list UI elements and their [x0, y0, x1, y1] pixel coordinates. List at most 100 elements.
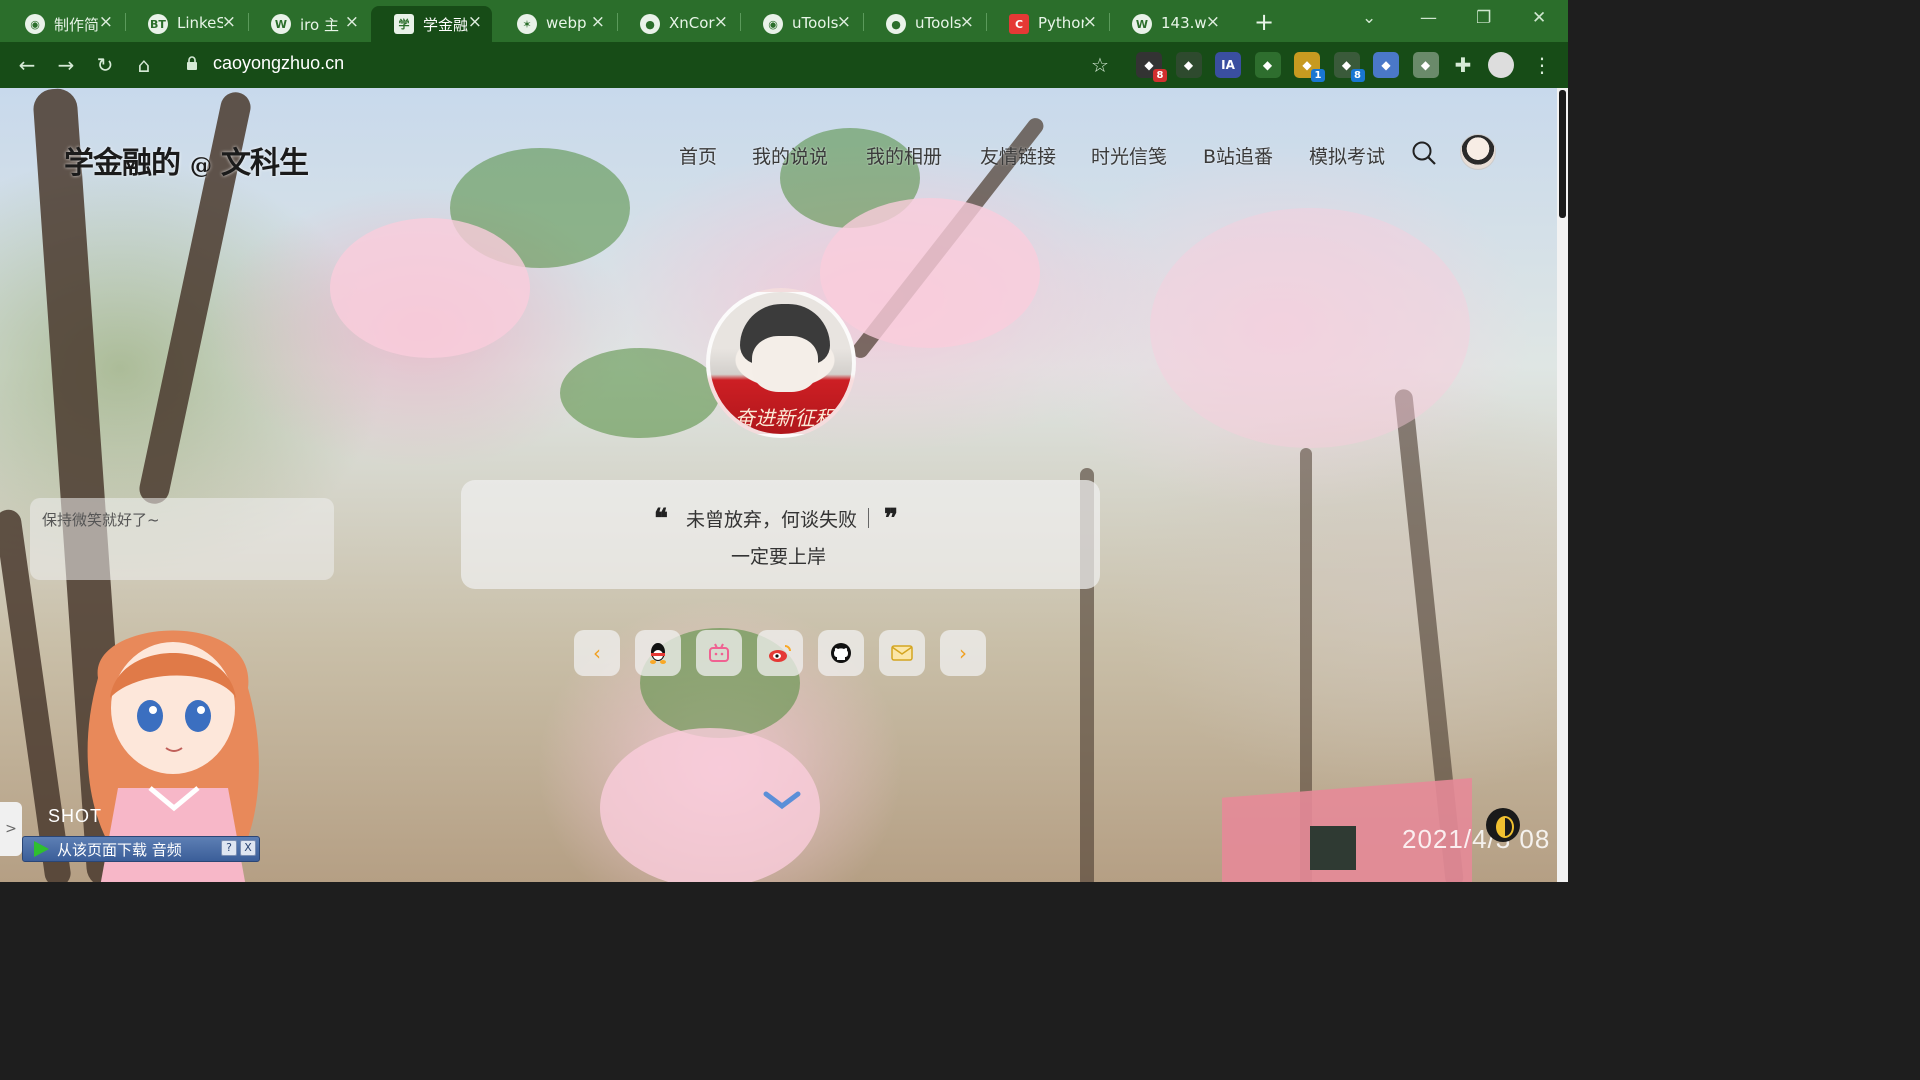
nav-friend-links[interactable]: 友情链接: [980, 142, 1056, 169]
browser-tab[interactable]: ● XnCor ×: [617, 6, 738, 42]
restore-button[interactable]: ❐: [1476, 8, 1491, 28]
tab-separator: [986, 13, 987, 31]
globe-dark-favicon-icon: ◉: [25, 14, 45, 34]
lock-icon[interactable]: [186, 56, 198, 70]
nav-time-letters[interactable]: 时光信笺: [1091, 142, 1167, 169]
tab-title: 143.w: [1161, 14, 1207, 32]
tab-title: LinkeS: [177, 14, 223, 32]
browser-tab[interactable]: W 143.w ×: [1109, 6, 1230, 42]
browser-tab[interactable]: ◉ uTools ×: [740, 6, 861, 42]
github-icon[interactable]: [818, 630, 864, 676]
browser-tab[interactable]: ✶ webp ×: [494, 6, 615, 42]
C-favicon-icon: C: [1009, 14, 1029, 34]
browser-tab[interactable]: C Pythor ×: [986, 6, 1107, 42]
nav-album[interactable]: 我的相册: [866, 142, 942, 169]
profile-avatar[interactable]: [1488, 52, 1514, 78]
avatar-banner-text: 奋进新征程: [735, 406, 835, 430]
forward-icon[interactable]: →: [51, 50, 81, 80]
tab-separator: [125, 13, 126, 31]
tab-separator: [248, 13, 249, 31]
motto-line-2: 一定要上岸: [731, 546, 827, 568]
browser-tab[interactable]: ● uTools ×: [863, 6, 984, 42]
qq-icon[interactable]: [635, 630, 681, 676]
scrollbar-thumb[interactable]: [1559, 90, 1566, 218]
help-icon[interactable]: ?: [221, 840, 237, 856]
extension-ext-1-icon[interactable]: ◆ 8: [1136, 52, 1167, 82]
tab-separator: [1109, 13, 1110, 31]
tab-search-icon[interactable]: ⌄: [1362, 8, 1376, 28]
tab-close-icon[interactable]: ×: [222, 12, 236, 32]
tab-close-icon[interactable]: ×: [468, 12, 482, 32]
new-tab-button[interactable]: +: [1254, 8, 1274, 36]
bilibili-icon[interactable]: [696, 630, 742, 676]
tab-close-icon[interactable]: ×: [345, 12, 359, 32]
chevron-right-icon[interactable]: ›: [940, 630, 986, 676]
extension-badge: 8: [1350, 69, 1365, 82]
minimize-button[interactable]: —: [1420, 8, 1437, 28]
user-avatar[interactable]: [1460, 134, 1496, 170]
quote-close-icon: ❞: [884, 504, 898, 534]
extension-ext-6-icon[interactable]: ◆ 8: [1333, 52, 1365, 82]
blossom-cluster: [820, 198, 1040, 348]
extension-ext-5-icon[interactable]: ◆ 1: [1294, 52, 1325, 82]
tab-separator: [740, 13, 741, 31]
tab-close-icon[interactable]: ×: [960, 12, 974, 32]
webp-favicon-icon: ✶: [517, 14, 537, 34]
close-window-button[interactable]: ✕: [1532, 8, 1546, 28]
browser-tab[interactable]: 学学金融 ×: [371, 6, 492, 42]
xnconvert-favicon-icon: ●: [640, 14, 660, 34]
scroll-down-chevron-icon[interactable]: [762, 788, 802, 814]
tab-close-icon[interactable]: ×: [591, 12, 605, 32]
extension-ext-7-icon[interactable]: ◆: [1373, 52, 1399, 78]
close-icon[interactable]: X: [240, 840, 256, 856]
extensions-puzzle-icon[interactable]: ✚: [1448, 50, 1478, 80]
extension-badge: 8: [1153, 69, 1167, 82]
logo-main-text: 学金融的: [64, 146, 181, 181]
wordpress-favicon-icon: W: [1132, 14, 1152, 34]
chevron-left-icon[interactable]: ‹: [574, 630, 620, 676]
site-logo[interactable]: 学金融的 @ 文科生: [64, 138, 309, 182]
avatar-face: [752, 336, 818, 392]
dark-mode-toggle-icon[interactable]: [1486, 808, 1520, 842]
site-favicon-icon: 学: [394, 14, 414, 34]
browser-tab-bar: ◉ 制作简 × BT LinkeS × Wiro 主 × 学学金融 × ✶ webp × ● XnCor × ◉…: [0, 0, 1568, 42]
shed-window: [1310, 826, 1356, 870]
BT-favicon-icon: BT: [148, 14, 168, 34]
tab-close-icon[interactable]: ×: [1206, 12, 1220, 32]
wordpress-favicon-icon: W: [271, 14, 291, 34]
typing-caret: [868, 508, 869, 528]
nav-moments[interactable]: 我的说说: [752, 142, 828, 169]
tab-close-icon[interactable]: ×: [99, 12, 113, 32]
side-drawer-toggle[interactable]: >: [0, 802, 22, 856]
back-icon[interactable]: ←: [12, 50, 42, 80]
extension-ext-8-icon[interactable]: ◆: [1412, 52, 1439, 78]
play-icon[interactable]: [34, 841, 49, 857]
tab-close-icon[interactable]: ×: [714, 12, 728, 32]
address-bar[interactable]: caoyongzhuo.cn: [213, 53, 344, 74]
tab-close-icon[interactable]: ×: [837, 12, 851, 32]
tab-title: 制作简: [54, 16, 100, 34]
mail-icon[interactable]: [879, 630, 925, 676]
menu-kebab-icon[interactable]: ⋮: [1527, 50, 1557, 80]
browser-tab[interactable]: ◉ 制作简 ×: [2, 6, 123, 42]
browser-tab[interactable]: Wiro 主 ×: [248, 6, 369, 42]
mascot-speech-text: 保持微笑就好了~: [42, 511, 160, 529]
reload-icon[interactable]: ↻: [90, 50, 120, 80]
extension-ext-4-icon[interactable]: ◆: [1254, 52, 1281, 78]
bookmark-star-icon[interactable]: ☆: [1085, 50, 1115, 80]
home-icon[interactable]: ⌂: [129, 50, 159, 80]
audio-download-text[interactable]: 从该页面下载 音频: [57, 839, 182, 860]
nav-home[interactable]: 首页: [679, 142, 717, 169]
profile-avatar-large[interactable]: 奋进新征程: [706, 288, 856, 438]
nav-mock-exam[interactable]: 模拟考试: [1309, 142, 1385, 169]
browser-tab[interactable]: BT LinkeS ×: [125, 6, 246, 42]
extension-ia-icon[interactable]: IA: [1215, 52, 1241, 78]
tab-separator: [863, 13, 864, 31]
tab-close-icon[interactable]: ×: [1083, 12, 1097, 32]
shot-label: SHOT: [48, 806, 103, 826]
search-icon[interactable]: [1411, 140, 1437, 166]
extension-ext-2-icon[interactable]: ◆: [1175, 52, 1202, 78]
nav-bilibili-anime[interactable]: B站追番: [1203, 142, 1273, 169]
tab-title: 学金融: [423, 16, 469, 34]
weibo-icon[interactable]: [757, 630, 803, 676]
